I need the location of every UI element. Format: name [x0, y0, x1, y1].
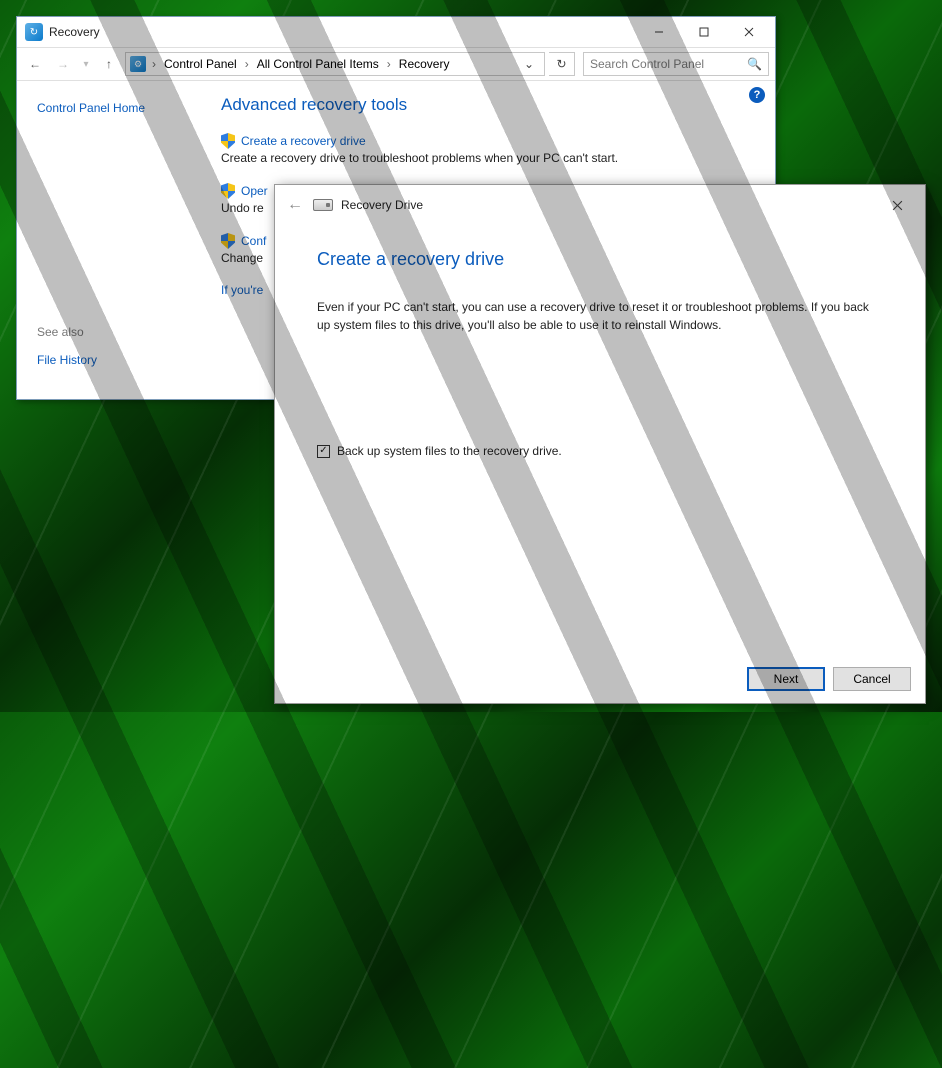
breadcrumb-dropdown[interactable]: ⌄	[518, 57, 540, 71]
search-icon: 🔍	[747, 57, 762, 71]
breadcrumb-item[interactable]: Recovery	[397, 57, 452, 71]
close-button[interactable]	[726, 18, 771, 46]
shield-icon	[221, 133, 235, 149]
configure-system-restore-link[interactable]: Conf	[241, 234, 266, 248]
next-button[interactable]: Next	[747, 667, 825, 691]
drive-icon	[313, 199, 333, 211]
wizard-titlebar[interactable]: ← Recovery Drive	[275, 185, 925, 225]
nav-toolbar: ← → ▾ ↑ ⚙ › Control Panel › All Control …	[17, 47, 775, 81]
page-heading: Advanced recovery tools	[221, 95, 751, 115]
breadcrumb-item[interactable]: All Control Panel Items	[255, 57, 381, 71]
more-help-link[interactable]: If you're	[221, 283, 263, 297]
wizard-title: Recovery Drive	[341, 198, 423, 212]
open-system-restore-link[interactable]: Oper	[241, 184, 268, 198]
nav-back-button[interactable]: ←	[23, 52, 47, 76]
backup-checkbox-row[interactable]: ✓ Back up system files to the recovery d…	[317, 444, 883, 458]
tool-description: Create a recovery drive to troubleshoot …	[221, 151, 751, 165]
recovery-icon: ↻	[25, 23, 43, 41]
tool-item: Create a recovery drive Create a recover…	[221, 133, 751, 165]
breadcrumb[interactable]: ⚙ › Control Panel › All Control Panel It…	[125, 52, 545, 76]
search-input[interactable]: Search Control Panel 🔍	[583, 52, 769, 76]
file-history-link[interactable]: File History	[37, 353, 197, 367]
nav-forward-button[interactable]: →	[51, 52, 75, 76]
sidebar: Control Panel Home See also File History	[17, 81, 217, 399]
create-recovery-drive-link[interactable]: Create a recovery drive	[241, 134, 366, 148]
wizard-footer: Next Cancel	[275, 655, 925, 703]
nav-recent-dropdown[interactable]: ▾	[79, 52, 93, 76]
titlebar[interactable]: ↻ Recovery	[17, 17, 775, 47]
cancel-button[interactable]: Cancel	[833, 667, 911, 691]
wizard-close-button[interactable]	[875, 190, 919, 220]
help-icon[interactable]: ?	[749, 87, 765, 103]
search-placeholder: Search Control Panel	[590, 57, 747, 71]
wizard-back-button[interactable]: ←	[287, 196, 309, 214]
see-also-label: See also	[37, 325, 197, 339]
window-title: Recovery	[49, 25, 636, 39]
maximize-button[interactable]	[681, 18, 726, 46]
shield-icon	[221, 183, 235, 199]
chevron-right-icon: ›	[383, 57, 395, 71]
recovery-drive-wizard: ← Recovery Drive Create a recovery drive…	[274, 184, 926, 704]
wizard-heading: Create a recovery drive	[317, 249, 883, 270]
breadcrumb-icon: ⚙	[130, 56, 146, 72]
chevron-right-icon: ›	[148, 57, 160, 71]
wizard-description: Even if your PC can't start, you can use…	[317, 298, 883, 334]
nav-up-button[interactable]: ↑	[97, 52, 121, 76]
chevron-right-icon: ›	[241, 57, 253, 71]
minimize-button[interactable]	[636, 18, 681, 46]
checkbox-icon[interactable]: ✓	[317, 445, 330, 458]
checkbox-label: Back up system files to the recovery dri…	[337, 444, 562, 458]
control-panel-home-link[interactable]: Control Panel Home	[37, 101, 197, 115]
breadcrumb-item[interactable]: Control Panel	[162, 57, 239, 71]
wizard-body: Create a recovery drive Even if your PC …	[275, 225, 925, 655]
shield-icon	[221, 233, 235, 249]
refresh-button[interactable]: ↻	[549, 52, 575, 76]
